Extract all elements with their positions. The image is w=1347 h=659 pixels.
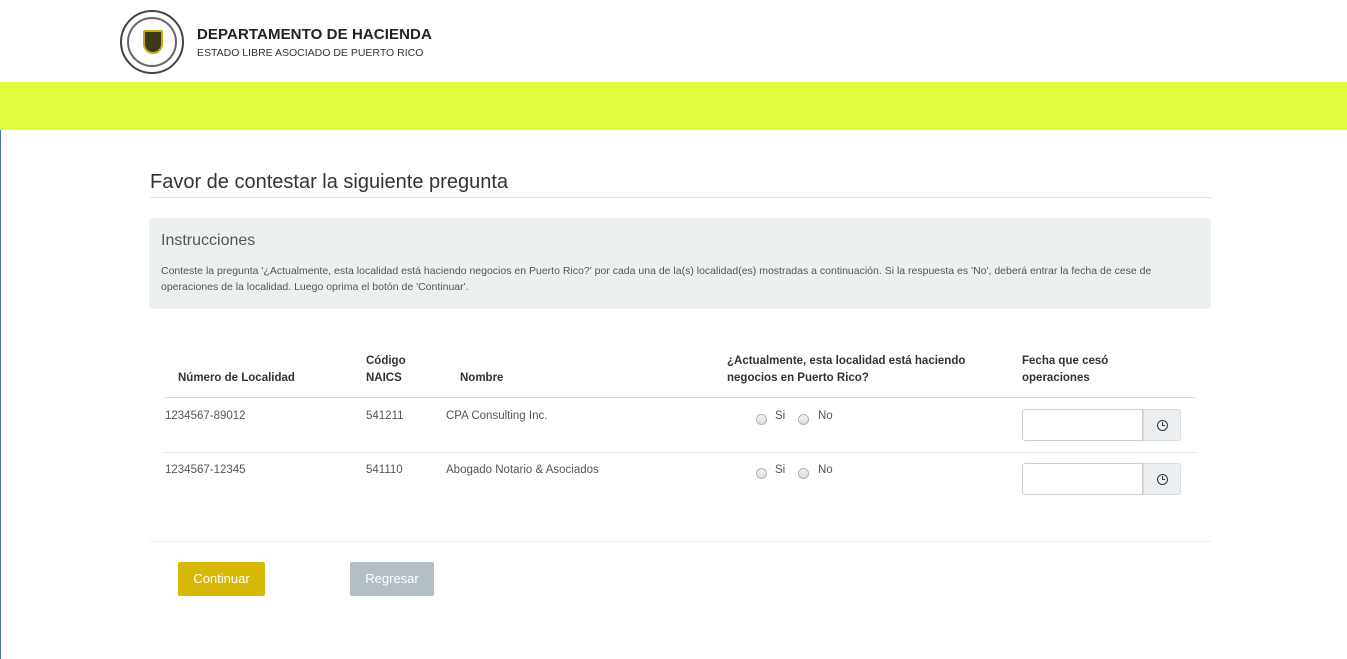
page-title: Favor de contestar la siguiente pregunta [150, 171, 508, 193]
radio-yes[interactable] [756, 414, 767, 425]
header-ceased-date: Fecha que cesó operaciones [1022, 355, 1109, 384]
cell-name: CPA Consulting Inc. [446, 410, 548, 422]
ceased-date-input[interactable] [1022, 463, 1143, 495]
agency-subtitle: ESTADO LIBRE ASOCIADO DE PUERTO RICO [197, 47, 424, 59]
cell-naics-code: 541211 [366, 410, 404, 422]
instructions-panel: Instrucciones Conteste la pregunta '¿Act… [149, 218, 1211, 309]
radio-no[interactable] [798, 414, 809, 425]
date-picker-button[interactable] [1143, 409, 1181, 441]
date-picker-button[interactable] [1143, 463, 1181, 495]
header-naics-code: Código NAICS [366, 355, 406, 384]
radio-yes[interactable] [756, 468, 767, 479]
header-band [0, 82, 1347, 130]
cell-locality-number: 1234567-89012 [165, 410, 246, 422]
cell-locality-number: 1234567-12345 [165, 464, 246, 476]
header-name: Nombre [460, 372, 504, 384]
radio-no-label[interactable]: No [818, 464, 833, 476]
hacienda-seal-icon [120, 10, 184, 74]
radio-yes-label[interactable]: Si [775, 410, 785, 422]
clock-icon [1157, 420, 1168, 431]
instructions-heading: Instrucciones [161, 232, 256, 249]
header-doing-business-question: ¿Actualmente, esta localidad está hacien… [727, 355, 966, 384]
instructions-text: Conteste la pregunta '¿Actualmente, esta… [161, 265, 1152, 293]
radio-no[interactable] [798, 468, 809, 479]
seal-shield [143, 30, 163, 54]
table-header-divider [164, 397, 1196, 398]
back-button[interactable]: Regresar [350, 562, 434, 596]
ceased-date-input[interactable] [1022, 409, 1143, 441]
radio-no-label[interactable]: No [818, 410, 833, 422]
cell-naics-code: 541110 [366, 464, 403, 476]
row-divider [164, 452, 1196, 453]
clock-icon [1157, 474, 1168, 485]
site-header: DEPARTAMENTO DE HACIENDA ESTADO LIBRE AS… [0, 0, 1347, 82]
radio-yes-label[interactable]: Si [775, 464, 785, 476]
header-locality-number: Número de Localidad [178, 372, 295, 384]
title-divider [150, 197, 1211, 198]
continue-button[interactable]: Continuar [178, 562, 265, 596]
agency-title: DEPARTAMENTO DE HACIENDA [197, 26, 432, 43]
footer-divider [150, 541, 1211, 542]
cell-name: Abogado Notario & Asociados [446, 464, 599, 476]
